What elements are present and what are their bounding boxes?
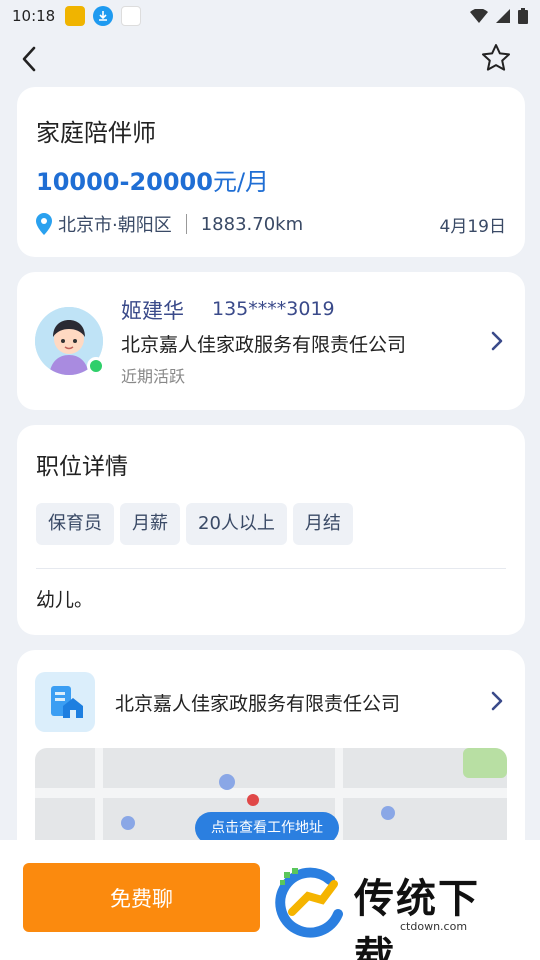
back-arrow-icon [22,46,36,72]
watermark: 传统下载 ctdown.com [270,862,520,960]
free-chat-button[interactable]: 免费聊 [23,863,260,932]
tag: 月薪 [120,503,180,545]
battery-icon [518,8,528,24]
wifi-icon [470,9,488,23]
status-time: 10:18 [12,7,56,25]
signal-icon [496,9,510,23]
status-indicators [470,8,528,24]
divider [36,568,506,569]
map-location-pin-icon [247,794,259,806]
recruiter-company: 北京嘉人佳家政服务有限责任公司 [121,334,407,356]
top-nav [0,38,540,82]
company-name[interactable]: 北京嘉人佳家政服务有限责任公司 [115,689,400,716]
post-date: 4月19日 [439,216,506,237]
status-bar: 10:18 [0,0,540,32]
chevron-right-icon [491,331,503,351]
back-button[interactable] [14,44,44,74]
job-summary-card: 家庭陪伴师 10000-20000元/月 北京市·朝阳区 1883.70km 4… [17,87,525,257]
favorite-button[interactable] [480,42,512,74]
recruiter-activity-status: 近期活跃 [121,367,186,386]
job-detail-card: 职位详情 保育员 月薪 20人以上 月结 幼儿。 [17,425,525,635]
bottom-action-bar: 免费聊 传统下载 ctdown.com [0,840,540,960]
company-building-icon [35,672,95,732]
map-marker-icon [121,816,135,830]
divider [185,214,187,234]
watermark-url: ctdown.com [400,920,468,933]
app-notification-icon [65,6,86,26]
tag: 20人以上 [186,503,287,545]
recruiter-name: 姬建华 [121,299,184,323]
map-marker-icon [381,806,395,820]
chevron-right-icon[interactable] [489,691,505,711]
tag-list: 保育员 月薪 20人以上 月结 [36,503,506,545]
star-icon [482,44,510,71]
map-road [35,788,507,798]
job-distance: 1883.70km [200,213,304,235]
map-marker-icon [219,774,235,790]
watermark-logo-icon [275,867,343,938]
tag: 保育员 [36,503,114,545]
tag: 月结 [292,503,353,545]
map-park [463,748,507,778]
location-row: 北京市·朝阳区 1883.70km 4月19日 [36,211,506,237]
salary-range: 10000-20000 [36,168,213,196]
job-description: 幼儿。 [36,589,94,611]
app-notification-icon [121,6,142,26]
salary: 10000-20000元/月 [36,162,506,197]
recruiter-card[interactable]: 姬建华 135****3019 北京嘉人佳家政服务有限责任公司 近期活跃 [17,272,525,410]
recruiter-phone: 135****3019 [212,298,335,320]
job-location: 北京市·朝阳区 [58,215,172,236]
download-icon [93,6,114,26]
section-title: 职位详情 [36,454,128,480]
job-title: 家庭陪伴师 [36,119,156,147]
location-pin-icon [36,213,52,235]
watermark-title: 传统下载 [354,876,480,960]
online-status-dot [87,357,105,375]
salary-unit: 元/月 [212,168,270,196]
